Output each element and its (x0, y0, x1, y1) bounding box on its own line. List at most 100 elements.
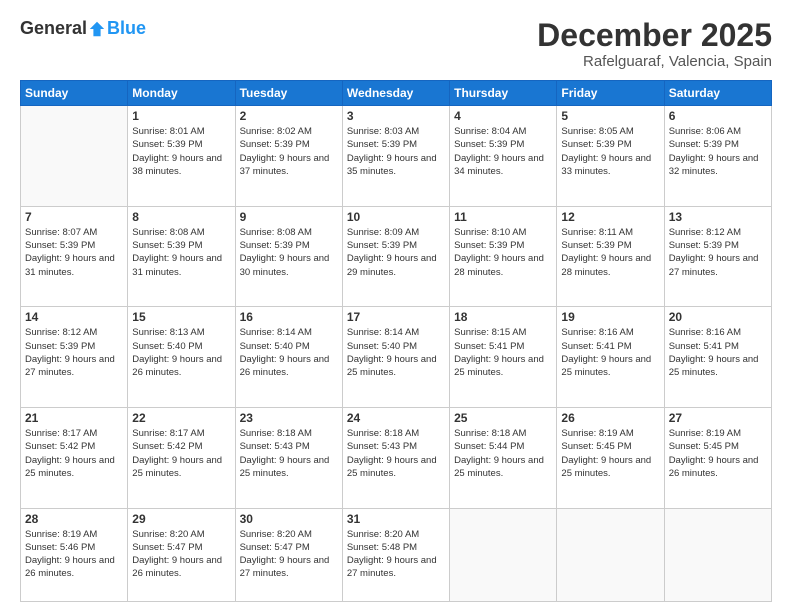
weekday-header-thursday: Thursday (450, 81, 557, 106)
day-number: 21 (25, 411, 123, 425)
calendar-week-row: 28 Sunrise: 8:19 AM Sunset: 5:46 PM Dayli… (21, 508, 772, 602)
day-number: 2 (240, 109, 338, 123)
day-info: Sunrise: 8:19 AM Sunset: 5:45 PM Dayligh… (669, 427, 767, 480)
day-number: 22 (132, 411, 230, 425)
calendar-day-cell: 12Sunrise: 8:11 AM Sunset: 5:39 PM Dayli… (557, 206, 664, 307)
day-info: Sunrise: 8:13 AM Sunset: 5:40 PM Dayligh… (132, 326, 230, 379)
day-info: Sunrise: 8:19 AM Sunset: 5:46 PM Dayligh… (25, 528, 123, 581)
day-info: Sunrise: 8:09 AM Sunset: 5:39 PM Dayligh… (347, 226, 445, 279)
day-info: Sunrise: 8:12 AM Sunset: 5:39 PM Dayligh… (669, 226, 767, 279)
calendar-day-cell: 21Sunrise: 8:17 AM Sunset: 5:42 PM Dayli… (21, 407, 128, 508)
calendar-day-cell: 2Sunrise: 8:02 AM Sunset: 5:39 PM Daylig… (235, 106, 342, 207)
calendar-day-cell: 31 Sunrise: 8:20 AM Sunset: 5:48 PM Dayli… (342, 508, 449, 602)
day-number: 24 (347, 411, 445, 425)
day-number: 11 (454, 210, 552, 224)
calendar-day-cell (664, 508, 771, 602)
calendar-day-cell: 27 Sunrise: 8:19 AM Sunset: 5:45 PM Dayli… (664, 407, 771, 508)
day-number: 15 (132, 310, 230, 324)
day-info: Sunrise: 8:11 AM Sunset: 5:39 PM Dayligh… (561, 226, 659, 279)
calendar-day-cell: 15 Sunrise: 8:13 AM Sunset: 5:40 PM Dayli… (128, 307, 235, 408)
logo-icon (88, 20, 106, 38)
calendar-day-cell: 4 Sunrise: 8:04 AM Sunset: 5:39 PM Daylig… (450, 106, 557, 207)
day-number: 27 (669, 411, 767, 425)
calendar-day-cell (21, 106, 128, 207)
weekday-header-tuesday: Tuesday (235, 81, 342, 106)
calendar-day-cell: 10 Sunrise: 8:09 AM Sunset: 5:39 PM Dayli… (342, 206, 449, 307)
day-number: 4 (454, 109, 552, 123)
day-info: Sunrise: 8:14 AM Sunset: 5:40 PM Dayligh… (240, 326, 338, 379)
weekday-header-wednesday: Wednesday (342, 81, 449, 106)
calendar-day-cell: 24 Sunrise: 8:18 AM Sunset: 5:43 PM Dayli… (342, 407, 449, 508)
calendar-day-cell: 9Sunrise: 8:08 AM Sunset: 5:39 PM Daylig… (235, 206, 342, 307)
weekday-header-row: SundayMondayTuesdayWednesdayThursdayFrid… (21, 81, 772, 106)
day-number: 31 (347, 512, 445, 526)
month-title: December 2025 (537, 18, 772, 53)
calendar-day-cell: 29 Sunrise: 8:20 AM Sunset: 5:47 PM Dayli… (128, 508, 235, 602)
weekday-header-saturday: Saturday (664, 81, 771, 106)
day-number: 7 (25, 210, 123, 224)
day-number: 20 (669, 310, 767, 324)
day-info: Sunrise: 8:01 AM Sunset: 5:39 PM Dayligh… (132, 125, 230, 178)
day-number: 30 (240, 512, 338, 526)
calendar: SundayMondayTuesdayWednesdayThursdayFrid… (20, 80, 772, 602)
calendar-day-cell: 13 Sunrise: 8:12 AM Sunset: 5:39 PM Dayli… (664, 206, 771, 307)
calendar-day-cell: 28 Sunrise: 8:19 AM Sunset: 5:46 PM Dayli… (21, 508, 128, 602)
day-number: 6 (669, 109, 767, 123)
calendar-day-cell: 22Sunrise: 8:17 AM Sunset: 5:42 PM Dayli… (128, 407, 235, 508)
calendar-day-cell: 17 Sunrise: 8:14 AM Sunset: 5:40 PM Dayli… (342, 307, 449, 408)
day-number: 17 (347, 310, 445, 324)
day-info: Sunrise: 8:10 AM Sunset: 5:39 PM Dayligh… (454, 226, 552, 279)
day-number: 9 (240, 210, 338, 224)
calendar-week-row: 1 Sunrise: 8:01 AM Sunset: 5:39 PM Daylig… (21, 106, 772, 207)
day-number: 28 (25, 512, 123, 526)
day-number: 3 (347, 109, 445, 123)
day-info: Sunrise: 8:20 AM Sunset: 5:48 PM Dayligh… (347, 528, 445, 581)
calendar-week-row: 21Sunrise: 8:17 AM Sunset: 5:42 PM Dayli… (21, 407, 772, 508)
day-info: Sunrise: 8:03 AM Sunset: 5:39 PM Dayligh… (347, 125, 445, 178)
calendar-day-cell: 23 Sunrise: 8:18 AM Sunset: 5:43 PM Dayli… (235, 407, 342, 508)
calendar-day-cell (557, 508, 664, 602)
calendar-day-cell: 6 Sunrise: 8:06 AM Sunset: 5:39 PM Daylig… (664, 106, 771, 207)
day-number: 1 (132, 109, 230, 123)
day-info: Sunrise: 8:05 AM Sunset: 5:39 PM Dayligh… (561, 125, 659, 178)
calendar-day-cell (450, 508, 557, 602)
day-number: 26 (561, 411, 659, 425)
day-info: Sunrise: 8:04 AM Sunset: 5:39 PM Dayligh… (454, 125, 552, 178)
day-info: Sunrise: 8:20 AM Sunset: 5:47 PM Dayligh… (132, 528, 230, 581)
weekday-header-friday: Friday (557, 81, 664, 106)
calendar-day-cell: 14 Sunrise: 8:12 AM Sunset: 5:39 PM Dayli… (21, 307, 128, 408)
calendar-day-cell: 18Sunrise: 8:15 AM Sunset: 5:41 PM Dayli… (450, 307, 557, 408)
calendar-week-row: 7 Sunrise: 8:07 AM Sunset: 5:39 PM Daylig… (21, 206, 772, 307)
day-number: 5 (561, 109, 659, 123)
day-number: 13 (669, 210, 767, 224)
calendar-day-cell: 1 Sunrise: 8:01 AM Sunset: 5:39 PM Daylig… (128, 106, 235, 207)
day-number: 10 (347, 210, 445, 224)
day-info: Sunrise: 8:18 AM Sunset: 5:44 PM Dayligh… (454, 427, 552, 480)
calendar-week-row: 14 Sunrise: 8:12 AM Sunset: 5:39 PM Dayli… (21, 307, 772, 408)
calendar-day-cell: 20Sunrise: 8:16 AM Sunset: 5:41 PM Dayli… (664, 307, 771, 408)
weekday-header-sunday: Sunday (21, 81, 128, 106)
day-number: 23 (240, 411, 338, 425)
day-info: Sunrise: 8:07 AM Sunset: 5:39 PM Dayligh… (25, 226, 123, 279)
page: General Blue December 2025 Rafelguaraf, … (0, 0, 792, 612)
calendar-day-cell: 16Sunrise: 8:14 AM Sunset: 5:40 PM Dayli… (235, 307, 342, 408)
day-info: Sunrise: 8:16 AM Sunset: 5:41 PM Dayligh… (561, 326, 659, 379)
day-info: Sunrise: 8:06 AM Sunset: 5:39 PM Dayligh… (669, 125, 767, 178)
day-info: Sunrise: 8:18 AM Sunset: 5:43 PM Dayligh… (347, 427, 445, 480)
calendar-day-cell: 30Sunrise: 8:20 AM Sunset: 5:47 PM Dayli… (235, 508, 342, 602)
weekday-header-monday: Monday (128, 81, 235, 106)
day-number: 29 (132, 512, 230, 526)
location: Rafelguaraf, Valencia, Spain (537, 53, 772, 70)
day-number: 14 (25, 310, 123, 324)
day-number: 8 (132, 210, 230, 224)
calendar-day-cell: 8 Sunrise: 8:08 AM Sunset: 5:39 PM Daylig… (128, 206, 235, 307)
calendar-day-cell: 11 Sunrise: 8:10 AM Sunset: 5:39 PM Dayli… (450, 206, 557, 307)
day-info: Sunrise: 8:14 AM Sunset: 5:40 PM Dayligh… (347, 326, 445, 379)
day-info: Sunrise: 8:08 AM Sunset: 5:39 PM Dayligh… (132, 226, 230, 279)
day-info: Sunrise: 8:18 AM Sunset: 5:43 PM Dayligh… (240, 427, 338, 480)
day-info: Sunrise: 8:12 AM Sunset: 5:39 PM Dayligh… (25, 326, 123, 379)
calendar-day-cell: 3 Sunrise: 8:03 AM Sunset: 5:39 PM Daylig… (342, 106, 449, 207)
title-block: December 2025 Rafelguaraf, Valencia, Spa… (537, 18, 772, 70)
calendar-day-cell: 19Sunrise: 8:16 AM Sunset: 5:41 PM Dayli… (557, 307, 664, 408)
day-number: 25 (454, 411, 552, 425)
